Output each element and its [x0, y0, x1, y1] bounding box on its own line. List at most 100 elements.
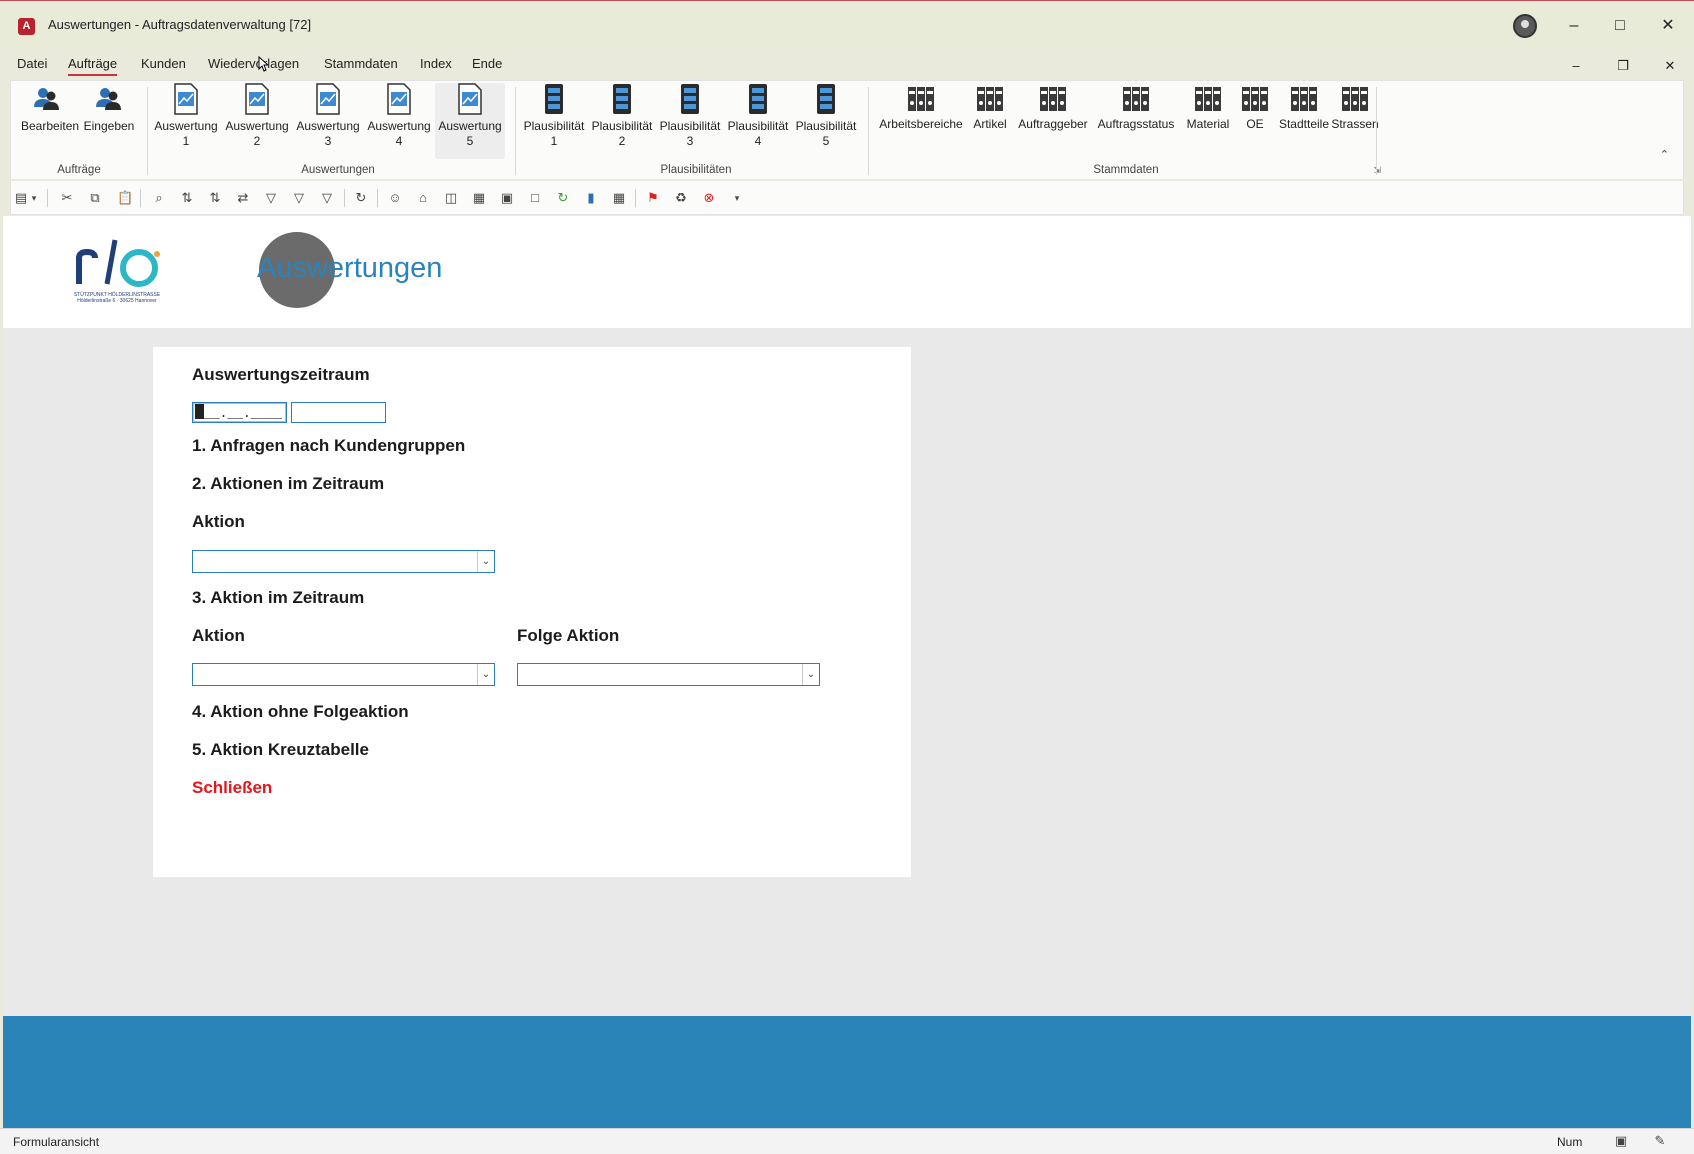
aktion-ohne-folgeaktion-link[interactable]: 4. Aktion ohne Folgeaktion: [192, 702, 409, 722]
plausibilitaet-4-button[interactable]: Plausibilität 4: [723, 83, 793, 149]
oe-button[interactable]: OE: [1237, 83, 1273, 132]
refresh-data-icon[interactable]: ↻: [353, 190, 369, 206]
server-icon: [817, 84, 835, 114]
cut-icon[interactable]: ✂: [59, 190, 75, 206]
aktion-kreuztabelle-link[interactable]: 5. Aktion Kreuztabelle: [192, 740, 369, 760]
clear-sort-icon[interactable]: ⇄: [235, 190, 251, 206]
plausibilitaet-1-button[interactable]: Plausibilität 1: [519, 83, 589, 149]
auswertung-1-line2: 1: [182, 134, 190, 148]
company-logo: STÜTZPUNKT HÖLDERLINSTRASSE Hölderlinstr…: [65, 234, 169, 310]
form-view-icon[interactable]: ▣: [1612, 1133, 1630, 1149]
plausibilitaet-5-button[interactable]: Plausibilität 5: [791, 83, 861, 149]
auswertung-1-button[interactable]: Auswertung 1: [151, 83, 221, 149]
bearbeiten-button[interactable]: Bearbeiten: [21, 83, 79, 134]
flag-icon[interactable]: ⚑: [645, 190, 661, 206]
table-icon[interactable]: ▦: [471, 190, 487, 206]
find-icon[interactable]: ⌕: [151, 190, 167, 206]
auswertung-4-button[interactable]: Auswertung 4: [364, 83, 434, 149]
user-search-icon[interactable]: ☺: [387, 190, 403, 206]
menu-auftraege[interactable]: Aufträge: [68, 56, 118, 76]
ribbon-separator: [1376, 87, 1377, 175]
quick-access-toolbar: ▤ ▾ ✂ ⧉ 📋 ⌕ ⇅ ⇅ ⇄ ▽ ▽ ▽ ↻ ☺ ⌂ ◫ ▦ ▣ □ ↻ …: [10, 181, 1684, 215]
plausibilitaet-2-button[interactable]: Plausibilität 2: [587, 83, 657, 149]
doc-minimize-icon[interactable]: –: [1553, 51, 1599, 81]
ribbon-group-plausibilitaeten: Plausibilität 1 Plausibilität 2 Plausibi…: [519, 81, 873, 180]
aktion-im-zeitraum-link[interactable]: 3. Aktion im Zeitraum: [192, 588, 364, 608]
strassen-button[interactable]: Strassen: [1331, 83, 1379, 132]
plausibilitaet-3-button[interactable]: Plausibilität 3: [655, 83, 725, 149]
form-header: STÜTZPUNKT HÖLDERLINSTRASSE Hölderlinstr…: [3, 216, 1691, 328]
dialog-launcher-icon[interactable]: ⇲: [1373, 165, 1381, 176]
close-button[interactable]: Schließen: [192, 778, 272, 798]
ribbon: Bearbeiten Eingeben Aufträge Auswertung …: [10, 80, 1684, 179]
doc-restore-icon[interactable]: ❐: [1600, 51, 1646, 81]
auswertung-5-line1: Auswertung: [438, 119, 502, 133]
report-view-icon[interactable]: □: [527, 190, 543, 206]
user-avatar[interactable]: [1513, 14, 1537, 38]
text-caret: [195, 404, 204, 419]
form-icon[interactable]: ▣: [499, 190, 515, 206]
sort-descending-icon[interactable]: ⇅: [207, 190, 223, 206]
recycle-icon[interactable]: ♻: [673, 190, 689, 206]
datasheet-icon[interactable]: ▦: [611, 190, 627, 206]
plausibilitaet-1-line2: 1: [550, 134, 558, 148]
home-icon[interactable]: ⌂: [415, 190, 431, 206]
auftragsstatus-button[interactable]: Auftragsstatus: [1095, 83, 1177, 132]
database-icon[interactable]: ◫: [443, 190, 459, 206]
design-view-icon[interactable]: ✎: [1651, 1133, 1669, 1149]
auftraggeber-label: Auftraggeber: [1018, 117, 1088, 131]
chart-icon[interactable]: ▮: [583, 190, 599, 206]
chevron-down-icon[interactable]: ⌄: [477, 551, 494, 572]
maximize-icon[interactable]: □: [1597, 11, 1643, 41]
stadtteile-label: Stadtteile: [1278, 117, 1330, 131]
minimize-icon[interactable]: –: [1551, 11, 1597, 41]
ribbon-group-stammdaten: Arbeitsbereiche Artikel Auftraggeber Auf…: [871, 81, 1381, 180]
aktion-combo-2[interactable]: ⌄: [192, 663, 495, 686]
title-bar: A Auswertungen - Auftragsdatenverwaltung…: [0, 0, 1694, 73]
filter-icon[interactable]: ▽: [291, 190, 307, 206]
view-switch-icon[interactable]: ▤: [13, 190, 29, 206]
paste-icon[interactable]: 📋: [117, 190, 133, 206]
menu-stammdaten[interactable]: Stammdaten: [324, 56, 398, 74]
binders-icon: [1123, 87, 1149, 111]
ribbon-separator: [147, 87, 148, 175]
aktion-label: Aktion: [192, 512, 245, 531]
menu-kunden[interactable]: Kunden: [141, 56, 186, 74]
menu-wiedervorlagen[interactable]: Wiedervorlagen: [208, 56, 299, 74]
folge-aktion-combo[interactable]: ⌄: [517, 663, 820, 686]
customize-toolbar-icon[interactable]: ▾: [729, 190, 745, 206]
auswertung-2-line1: Auswertung: [225, 119, 289, 133]
artikel-button[interactable]: Artikel: [969, 83, 1011, 132]
binders-icon: [1342, 87, 1368, 111]
menu-ende[interactable]: Ende: [472, 56, 502, 74]
auswertung-5-button[interactable]: Auswertung 5: [435, 83, 505, 159]
doc-close-icon[interactable]: ✕: [1647, 51, 1693, 81]
menu-index[interactable]: Index: [420, 56, 452, 74]
collapse-ribbon-icon[interactable]: ⌃: [1660, 148, 1669, 161]
chevron-down-icon[interactable]: ▾: [29, 190, 39, 206]
date-from-field[interactable]: __.__.____: [192, 402, 287, 423]
aktion-combo[interactable]: ⌄: [192, 550, 495, 573]
chevron-down-icon[interactable]: ⌄: [477, 664, 494, 685]
date-to-field[interactable]: [291, 402, 386, 423]
sort-ascending-icon[interactable]: ⇅: [179, 190, 195, 206]
auswertung-3-button[interactable]: Auswertung 3: [293, 83, 363, 149]
group-label-auftraege: Aufträge: [57, 164, 101, 176]
chevron-down-icon[interactable]: ⌄: [802, 664, 819, 685]
auftraggeber-button[interactable]: Auftraggeber: [1017, 83, 1089, 132]
material-button[interactable]: Material: [1182, 83, 1234, 132]
copy-icon[interactable]: ⧉: [87, 190, 103, 206]
stadtteile-button[interactable]: Stadtteile: [1275, 83, 1333, 132]
refresh-all-icon[interactable]: ↻: [555, 190, 571, 206]
anfragen-kundengruppen-link[interactable]: 1. Anfragen nach Kundengruppen: [192, 436, 465, 456]
arbeitsbereiche-button[interactable]: Arbeitsbereiche: [879, 83, 963, 132]
toolbar-separator: [344, 189, 345, 207]
eingeben-button[interactable]: Eingeben: [83, 83, 135, 134]
clear-filter-icon[interactable]: ▽: [319, 190, 335, 206]
aktionen-zeitraum-link[interactable]: 2. Aktionen im Zeitraum: [192, 474, 384, 494]
auswertung-2-button[interactable]: Auswertung 2: [222, 83, 292, 149]
close-icon[interactable]: ✕: [1645, 11, 1691, 41]
menu-datei[interactable]: Datei: [17, 56, 47, 74]
cancel-icon[interactable]: ⊗: [701, 190, 717, 206]
filter-selection-icon[interactable]: ▽: [263, 190, 279, 206]
